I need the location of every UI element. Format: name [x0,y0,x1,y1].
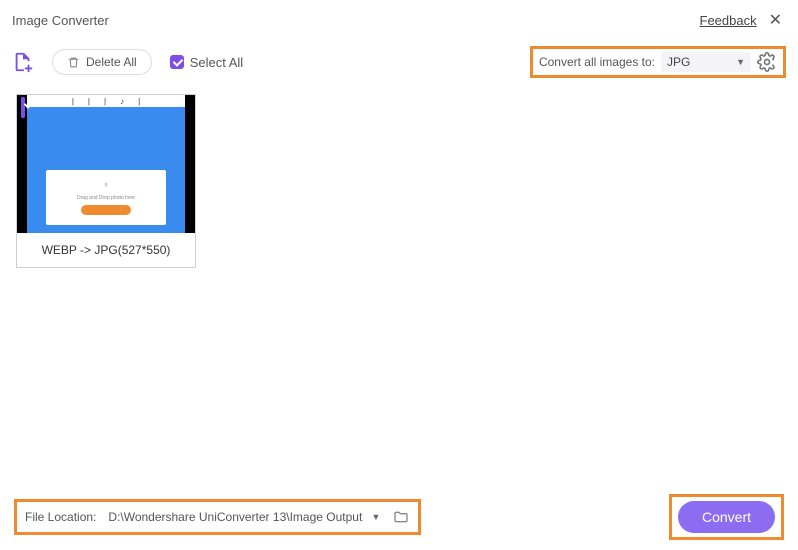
thumbnail-caption: WEBP -> JPG(527*550) [17,233,195,267]
thumbnail-drop-text: Drag and Drop photo here [77,195,135,201]
file-location-select[interactable]: D:\Wondershare UniConverter 13\Image Out… [104,508,384,526]
file-location-path: D:\Wondershare UniConverter 13\Image Out… [108,510,362,524]
checkbox-checked-icon [21,97,25,118]
convert-format-group: Convert all images to: JPG ▼ [530,46,786,78]
settings-icon[interactable] [757,52,777,72]
image-thumbnail-card[interactable]: |||♪| Drag and Drop photo here WEBP -> J… [16,94,196,268]
chevron-down-icon: ▼ [371,512,380,522]
delete-all-button[interactable]: Delete All [52,49,152,75]
thumbnail-inner-button [81,205,131,215]
file-location-label: File Location: [25,510,96,524]
format-select[interactable]: JPG ▼ [661,52,751,72]
thumbnail-checkbox[interactable] [21,99,25,117]
folder-icon[interactable] [392,509,410,525]
feedback-link[interactable]: Feedback [700,13,757,28]
chevron-down-icon: ▼ [736,57,745,67]
format-value: JPG [667,55,690,69]
convert-format-label: Convert all images to: [539,55,655,69]
convert-button[interactable]: Convert [678,501,775,533]
select-all-checkbox[interactable]: Select All [170,55,243,70]
page-title: Image Converter [12,13,700,28]
select-all-label: Select All [190,55,243,70]
convert-button-highlight: Convert [669,494,784,540]
trash-icon [67,56,80,69]
thumbnail-content-body: Drag and Drop photo here [27,107,185,233]
checkbox-checked-icon [170,55,184,69]
delete-all-label: Delete All [86,55,137,69]
add-file-icon[interactable] [12,51,34,73]
close-icon[interactable]: ✕ [765,8,786,32]
thumbnail-content-top: |||♪| [27,95,185,107]
file-location-group: File Location: D:\Wondershare UniConvert… [14,499,421,535]
